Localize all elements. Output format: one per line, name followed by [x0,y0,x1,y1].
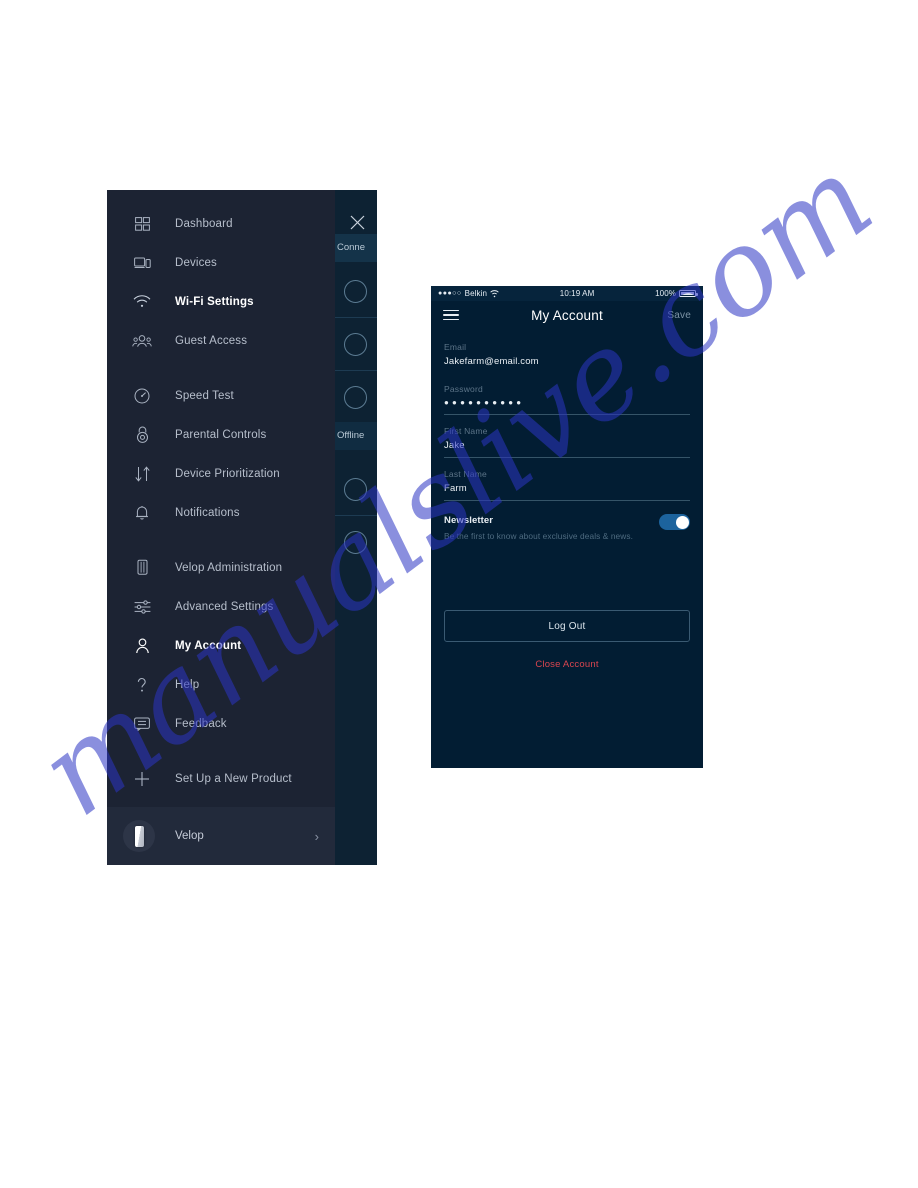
sidebar-item-dashboard[interactable]: Dashboard [107,204,335,243]
plus-icon [129,768,155,790]
password-field-label: Password [444,384,483,394]
sidebar-item-label: Guest Access [175,334,248,347]
close-drawer-button[interactable] [335,208,377,236]
carrier-label: Belkin [464,289,488,298]
sidebar-item-parental-controls[interactable]: Parental Controls [107,415,335,454]
save-button[interactable]: Save [667,310,691,321]
last-name-field-label: Last Name [444,469,487,479]
device-name-label: Velop [175,830,204,842]
password-field[interactable]: Password ●●●●●●●●●● [444,373,690,415]
divider [333,317,377,318]
first-name-field-value: Jake [444,440,465,451]
velop-menu-screenshot: Conne Offline Dashboard Devices Wi-Fi Se… [107,190,377,865]
newsletter-toggle[interactable] [659,514,690,530]
sidebar-item-label: Velop Administration [175,561,283,574]
chat-bubble-icon [129,713,155,735]
lock-icon [129,424,155,446]
device-circle [344,333,367,356]
newsletter-description: Be the first to know about exclusive dea… [444,531,634,541]
sidebar-item-velop-administration[interactable]: Velop Administration [107,548,335,587]
question-mark-icon [129,674,155,696]
sidebar-item-set-up-new-product[interactable]: Set Up a New Product [107,759,335,798]
signal-strength-icon: ●●●○○ [438,290,462,297]
device-circle [344,531,367,554]
navigation-drawer: Dashboard Devices Wi-Fi Settings Guest A… [107,190,364,865]
sidebar-item-wifi-settings[interactable]: Wi-Fi Settings [107,282,335,321]
drawer-footer-device-row[interactable]: Velop › [107,807,335,865]
sidebar-item-help[interactable]: Help [107,665,335,704]
battery-full-icon [679,290,698,297]
device-circle [344,280,367,303]
connected-section-label: Conne [337,242,365,253]
email-field-label: Email [444,342,467,352]
wifi-status-icon [490,289,499,297]
password-field-value: ●●●●●●●●●● [444,398,525,407]
sidebar-item-label: Parental Controls [175,428,267,441]
sidebar-item-label: Wi-Fi Settings [175,295,254,308]
sliders-icon [129,596,155,618]
status-bar: ●●●○○ Belkin 10:19 AM 100% [431,286,703,301]
page-canvas: Conne Offline Dashboard Devices Wi-Fi Se… [0,0,918,1188]
divider [333,370,377,371]
velop-node-avatar [123,820,155,852]
sidebar-item-notifications[interactable]: Notifications [107,493,335,532]
offline-section-label: Offline [337,430,365,441]
menu-list: Dashboard Devices Wi-Fi Settings Guest A… [107,190,335,798]
sidebar-item-label: Devices [175,256,217,269]
sidebar-item-label: Dashboard [175,217,233,230]
first-name-field-label: First Name [444,426,488,436]
sidebar-item-device-prioritization[interactable]: Device Prioritization [107,454,335,493]
sidebar-item-label: Help [175,678,200,691]
sidebar-item-guest-access[interactable]: Guest Access [107,321,335,360]
menu-group-divider [107,743,335,759]
status-bar-time: 10:19 AM [559,289,595,298]
sidebar-item-label: Advanced Settings [175,600,274,613]
chevron-right-icon: › [314,828,319,844]
log-out-button[interactable]: Log Out [444,610,690,643]
person-icon [129,635,155,657]
close-account-link[interactable]: Close Account [431,659,703,670]
arrows-updown-icon [129,463,155,485]
page-title: My Account [531,307,603,323]
sidebar-item-label: Set Up a New Product [175,772,292,785]
newsletter-section: Newsletter Be the first to know about ex… [444,501,690,542]
guest-access-icon [129,330,155,352]
device-circle [344,386,367,409]
close-icon [350,215,364,229]
sidebar-item-label: My Account [175,639,242,652]
account-form: Email Jakefarm@email.com Password ●●●●●●… [431,329,703,542]
velop-node-icon [129,557,155,579]
email-field[interactable]: Email Jakefarm@email.com [444,331,690,373]
background-dashboard-screen: Conne Offline [333,190,377,865]
sidebar-item-advanced-settings[interactable]: Advanced Settings [107,587,335,626]
bell-icon [129,502,155,524]
first-name-field[interactable]: First Name Jake [444,415,690,458]
newsletter-title: Newsletter [444,515,494,526]
last-name-field[interactable]: Last Name Farm [444,458,690,501]
sidebar-item-speed-test[interactable]: Speed Test [107,376,335,415]
menu-group-divider [107,360,335,376]
sidebar-item-label: Notifications [175,506,240,519]
sidebar-item-label: Speed Test [175,389,234,402]
speedometer-icon [129,385,155,407]
app-bar: My Account Save [431,301,703,329]
battery-percent-label: 100% [655,289,676,298]
sidebar-item-feedback[interactable]: Feedback [107,704,335,743]
sidebar-item-my-account[interactable]: My Account [107,626,335,665]
sidebar-item-label: Device Prioritization [175,467,280,480]
devices-icon [129,252,155,274]
hamburger-menu-icon[interactable] [443,309,459,321]
device-circle [344,478,367,501]
my-account-phone-screenshot: ●●●○○ Belkin 10:19 AM 100% My Account Sa… [431,286,703,768]
wifi-icon [129,291,155,313]
divider [333,515,377,516]
sidebar-item-label: Feedback [175,717,227,730]
sidebar-item-devices[interactable]: Devices [107,243,335,282]
dashboard-icon [129,213,155,235]
menu-group-divider [107,532,335,548]
last-name-field-value: Farm [444,483,467,494]
email-field-value: Jakefarm@email.com [444,356,539,367]
